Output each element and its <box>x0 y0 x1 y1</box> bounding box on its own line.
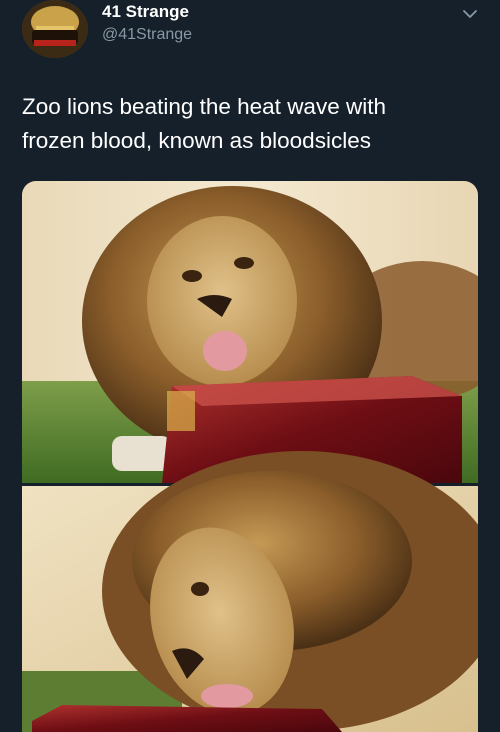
lion-photo-2 <box>22 451 478 732</box>
author-handle[interactable]: @41Strange <box>102 26 192 44</box>
avatar[interactable] <box>22 0 88 58</box>
author-display-name[interactable]: 41 Strange <box>102 2 189 22</box>
tweet-header: 41 Strange @41Strange <box>0 0 500 70</box>
chevron-down-icon[interactable] <box>460 4 480 24</box>
lion-photo-1 <box>22 181 478 483</box>
avatar-image <box>22 0 88 58</box>
tweet-text-line-2: frozen blood, known as bloodsicles <box>22 128 371 153</box>
tweet-media[interactable] <box>22 181 478 732</box>
media-photos <box>22 181 478 732</box>
tweet-text-line-1: Zoo lions beating the heat wave with <box>22 94 386 119</box>
tweet-text: Zoo lions beating the heat wave with fro… <box>22 90 482 158</box>
